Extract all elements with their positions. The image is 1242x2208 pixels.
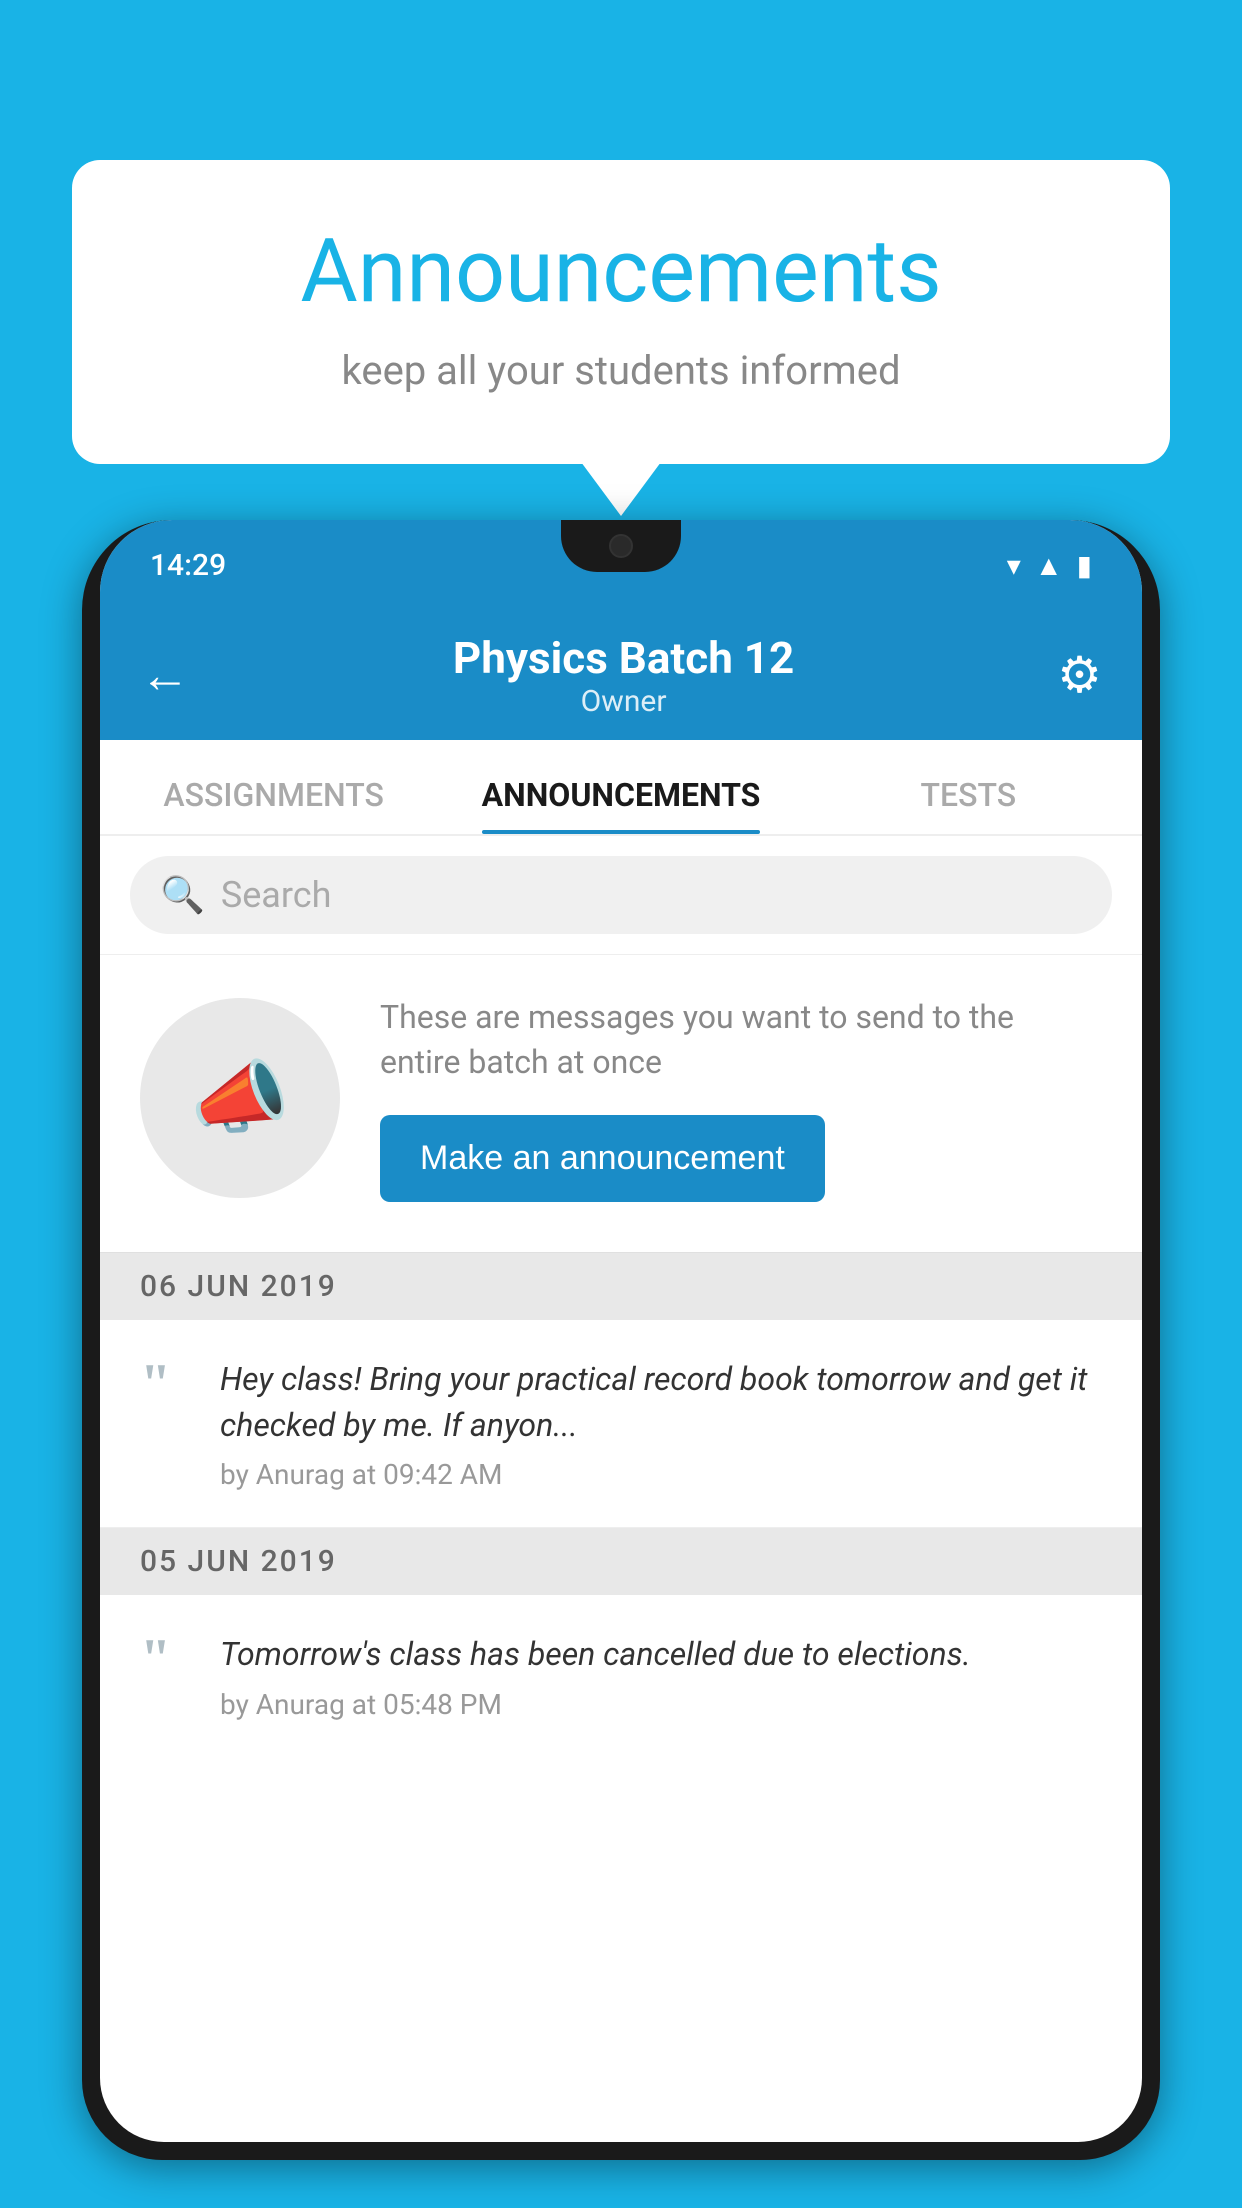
speech-bubble-subtitle: keep all your students informed [152, 347, 1090, 394]
make-announcement-button[interactable]: Make an announcement [380, 1115, 825, 1202]
search-icon: 🔍 [160, 874, 205, 916]
tab-announcements[interactable]: ANNOUNCEMENTS [447, 776, 794, 834]
promo-right: These are messages you want to send to t… [380, 995, 1102, 1202]
date-separator-2: 05 JUN 2019 [100, 1528, 1142, 1595]
search-bar-container: 🔍 Search [100, 836, 1142, 955]
wifi-icon: ▾ [1007, 549, 1021, 582]
promo-card: 📣 These are messages you want to send to… [100, 955, 1142, 1253]
speech-bubble: Announcements keep all your students inf… [72, 160, 1170, 464]
announcement-meta-1: by Anurag at 09:42 AM [220, 1458, 1102, 1491]
quote-icon-2: " [140, 1631, 190, 1720]
speech-bubble-container: Announcements keep all your students inf… [72, 160, 1170, 464]
signal-icon: ▲ [1035, 549, 1063, 582]
camera-dot [609, 534, 633, 558]
status-bar: 14:29 ▾ ▲ ▮ [100, 520, 1142, 610]
back-button[interactable]: ← [140, 646, 190, 705]
header-subtitle: Owner [453, 684, 794, 719]
announcement-text-2: Tomorrow's class has been cancelled due … [220, 1631, 1102, 1720]
status-time: 14:29 [150, 548, 226, 583]
announcement-meta-2: by Anurag at 05:48 PM [220, 1688, 1102, 1721]
phone-wrapper: 14:29 ▾ ▲ ▮ ← Physics Batch 12 Owner ⚙ [82, 520, 1160, 2208]
announcement-body-1: Hey class! Bring your practical record b… [220, 1356, 1102, 1449]
status-icons: ▾ ▲ ▮ [1007, 549, 1092, 582]
search-bar[interactable]: 🔍 Search [130, 856, 1112, 934]
header-title: Physics Batch 12 [453, 632, 794, 684]
notch-cutout [561, 520, 681, 572]
app-header: ← Physics Batch 12 Owner ⚙ [100, 610, 1142, 740]
quote-icon-1: " [140, 1356, 190, 1492]
tab-assignments[interactable]: ASSIGNMENTS [100, 776, 447, 834]
announcement-body-2: Tomorrow's class has been cancelled due … [220, 1631, 1102, 1677]
announcement-text-1: Hey class! Bring your practical record b… [220, 1356, 1102, 1492]
phone-screen: 14:29 ▾ ▲ ▮ ← Physics Batch 12 Owner ⚙ [100, 520, 1142, 2142]
announcement-item-1: " Hey class! Bring your practical record… [100, 1320, 1142, 1529]
megaphone-icon: 📣 [190, 1051, 290, 1145]
tab-bar: ASSIGNMENTS ANNOUNCEMENTS TESTS [100, 740, 1142, 836]
search-placeholder: Search [221, 874, 332, 916]
settings-icon[interactable]: ⚙ [1057, 646, 1102, 705]
tab-tests[interactable]: TESTS [795, 776, 1142, 834]
promo-icon-circle: 📣 [140, 998, 340, 1198]
speech-bubble-title: Announcements [152, 220, 1090, 323]
promo-description: These are messages you want to send to t… [380, 995, 1102, 1085]
announcement-item-2: " Tomorrow's class has been cancelled du… [100, 1595, 1142, 1756]
header-center: Physics Batch 12 Owner [453, 632, 794, 719]
phone-content: 🔍 Search 📣 These are messages you want t… [100, 836, 1142, 1757]
date-separator-1: 06 JUN 2019 [100, 1253, 1142, 1320]
battery-icon: ▮ [1077, 549, 1092, 582]
phone-outer: 14:29 ▾ ▲ ▮ ← Physics Batch 12 Owner ⚙ [82, 520, 1160, 2160]
